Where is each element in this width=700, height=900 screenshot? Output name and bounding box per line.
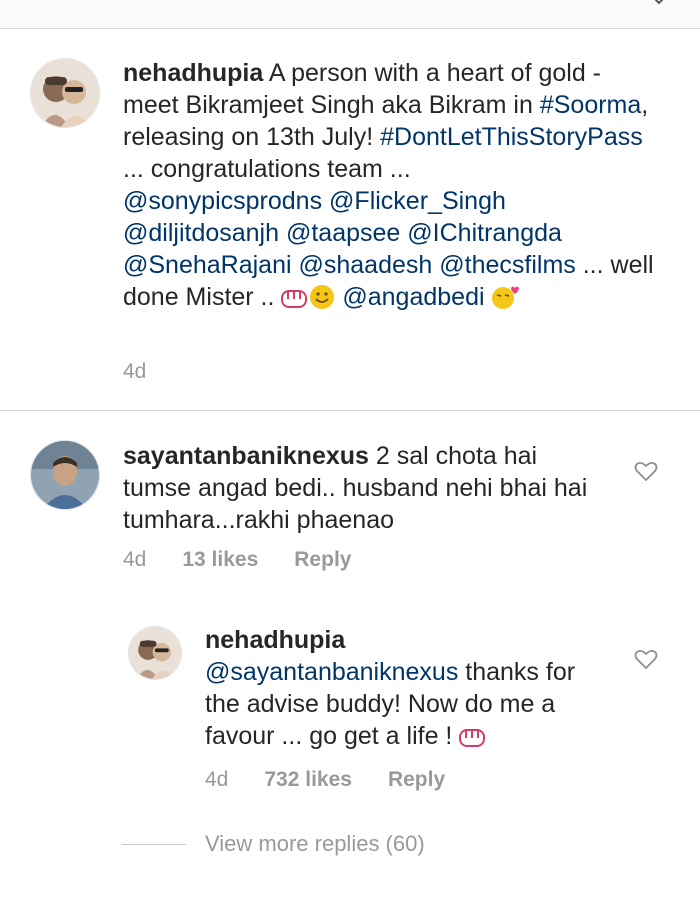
comment-username[interactable]: nehadhupia	[205, 626, 345, 654]
top-bar	[0, 0, 700, 29]
smiling-face-emoji-icon	[310, 285, 335, 309]
divider	[122, 844, 186, 845]
comment-meta: 4d 732 likes Reply	[205, 768, 481, 792]
view-more-replies-button[interactable]: View more replies (60)	[205, 831, 425, 857]
chevron-down-icon[interactable]	[652, 0, 666, 8]
raised-fist-emoji-icon	[459, 729, 486, 747]
heart-outline-icon[interactable]	[634, 460, 658, 482]
avatar[interactable]	[30, 440, 100, 510]
heart-outline-icon[interactable]	[634, 648, 658, 670]
comment-text: ... congratulations team ...	[123, 155, 411, 183]
comment-meta: 4d	[123, 360, 182, 384]
comment-meta: 4d 13 likes Reply	[123, 548, 387, 572]
mention-link[interactable]: @SnehaRajani	[123, 251, 292, 279]
mention-link[interactable]: @angadbedi	[342, 283, 484, 311]
reply-button[interactable]: Reply	[294, 548, 351, 571]
reply-button[interactable]: Reply	[388, 768, 445, 791]
comment-time: 4d	[205, 768, 229, 791]
raised-fist-emoji-icon	[281, 290, 308, 308]
hashtag-link[interactable]: #DontLetThisStoryPass	[380, 123, 643, 151]
likes-count[interactable]: 732 likes	[264, 768, 352, 791]
comment-username[interactable]: sayantanbaniknexus	[123, 442, 369, 470]
caption-comment: nehadhupia A person with a heart of gold…	[123, 57, 663, 313]
reply-comment: nehadhupia @sayantanbaniknexus thanks fo…	[205, 624, 605, 752]
mention-link[interactable]: @thecsfilms	[439, 251, 576, 279]
hashtag-link[interactable]: #Soorma	[540, 91, 641, 119]
comment: sayantanbaniknexus 2 sal chota hai tumse…	[123, 440, 593, 536]
comment-time: 4d	[123, 360, 147, 383]
mention-link[interactable]: @IChitrangda	[407, 219, 562, 247]
mention-link[interactable]: @sonypicsprodns	[123, 187, 322, 215]
divider	[0, 410, 700, 411]
avatar[interactable]	[30, 58, 100, 128]
kiss-emoji-icon	[492, 286, 520, 309]
avatar[interactable]	[128, 626, 182, 680]
likes-count[interactable]: 13 likes	[182, 548, 258, 571]
comment-time: 4d	[123, 548, 147, 571]
mention-link[interactable]: @sayantanbaniknexus	[205, 658, 458, 686]
comment-username[interactable]: nehadhupia	[123, 59, 263, 87]
mention-link[interactable]: @taapsee	[286, 219, 400, 247]
mention-link[interactable]: @diljitdosanjh	[123, 219, 279, 247]
mention-link[interactable]: @shaadesh	[299, 251, 433, 279]
mention-link[interactable]: @Flicker_Singh	[329, 187, 506, 215]
